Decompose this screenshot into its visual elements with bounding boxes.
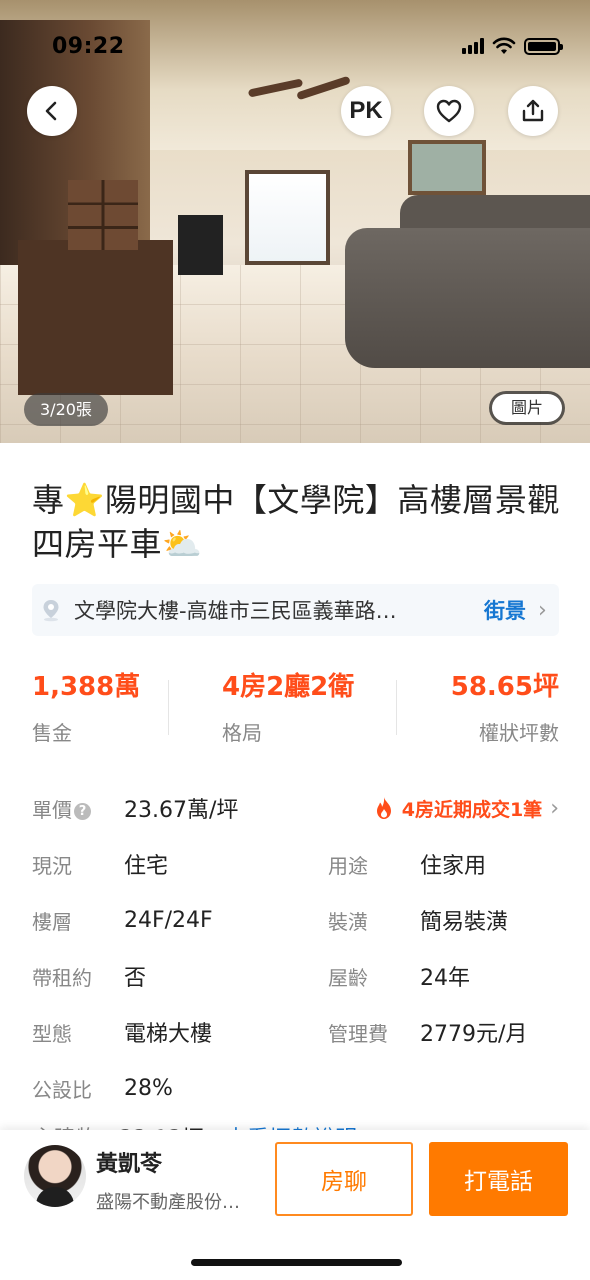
detail-value: 否	[124, 966, 147, 991]
battery-icon	[524, 37, 563, 55]
share-icon	[522, 99, 544, 122]
stat-divider	[396, 680, 397, 735]
detail-row: 現況 住宅 用途 住家用	[32, 836, 559, 892]
stat-divider	[168, 680, 169, 735]
agent-avatar[interactable]	[24, 1145, 86, 1207]
home-indicator	[191, 1259, 402, 1266]
photo-painting	[408, 140, 486, 195]
signal-icon	[462, 38, 484, 54]
photo-drawers	[68, 180, 138, 250]
stat-layout-label: 格局	[222, 721, 262, 745]
detail-label: 管理費	[328, 1021, 388, 1046]
detail-value: 簡易裝潢	[420, 910, 509, 935]
back-button[interactable]	[27, 86, 77, 136]
hero-photo[interactable]	[0, 0, 590, 443]
call-button[interactable]: 打電話	[429, 1142, 568, 1216]
street-view-link[interactable]: 街景	[484, 595, 526, 625]
status-icons	[462, 36, 563, 56]
detail-value: 住宅	[124, 854, 169, 879]
detail-value: 24年	[420, 966, 470, 991]
detail-label: 帶租約	[32, 965, 92, 990]
detail-row: 帶租約 否 屋齡 24年	[32, 948, 559, 1004]
detail-value: 電梯大樓	[124, 1022, 213, 1047]
wifi-icon	[492, 37, 516, 54]
address-text: 文學院大樓-高雄市三民區義華路…	[74, 599, 397, 623]
agent-company: 盛陽不動產股份…	[96, 1192, 240, 1213]
detail-label: 用途	[328, 853, 368, 878]
pk-compare-button[interactable]: PK	[341, 86, 391, 136]
unit-price-row: 單價? 23.67萬/坪 4房近期成交1筆 ›	[32, 780, 559, 836]
detail-label: 裝潢	[328, 909, 368, 934]
detail-value: 住家用	[420, 854, 487, 879]
photo-counter: 3/20張	[24, 393, 108, 426]
stat-price-label: 售金	[32, 721, 72, 745]
stat-area: 58.65坪 權狀坪數	[451, 666, 559, 746]
stat-area-value: 58.65坪	[450, 672, 559, 702]
heart-icon	[436, 99, 462, 123]
listing-title: 專⭐陽明國中【文學院】高樓層景觀四房平車⛅	[32, 481, 560, 563]
detail-label: 現況	[32, 853, 72, 878]
public-ratio-label: 公設比	[32, 1077, 92, 1102]
photo-tab-label: 圖片	[492, 394, 562, 422]
stat-layout: 4房2廳2衛 格局	[222, 666, 354, 746]
public-ratio-value: 28%	[124, 1075, 173, 1101]
favorite-button[interactable]	[424, 86, 474, 136]
unit-price-value: 23.67萬/坪	[124, 798, 239, 823]
photo-tv	[178, 215, 223, 275]
status-time: 09:22	[52, 34, 125, 59]
recent-deals-link[interactable]: 4房近期成交1筆 ›	[374, 795, 559, 822]
unit-price-label: 單價	[32, 797, 72, 822]
detail-value: 24F/24F	[124, 907, 213, 933]
detail-label: 屋齡	[328, 965, 368, 990]
chevron-left-icon	[45, 101, 57, 121]
address-bar[interactable]: 文學院大樓-高雄市三民區義華路… 街景 ›	[32, 584, 559, 636]
recent-deals-text: 4房近期成交1筆	[401, 798, 543, 821]
share-button[interactable]	[508, 86, 558, 136]
photo-cabinet	[18, 240, 173, 395]
detail-row: 型態 電梯大樓 管理費 2779元/月	[32, 1004, 559, 1060]
detail-row: 樓層 24F/24F 裝潢 簡易裝潢	[32, 892, 559, 948]
contact-bar: 黃凱苓 盛陽不動產股份… 房聊 打電話	[0, 1130, 590, 1280]
stat-area-label: 權狀坪數	[479, 721, 559, 745]
chevron-right-icon: ›	[538, 597, 547, 623]
stat-layout-value: 4房2廳2衛	[222, 672, 355, 702]
location-pin-icon	[38, 597, 64, 623]
help-icon[interactable]: ?	[74, 802, 91, 820]
photo-ceiling-fan	[247, 62, 351, 122]
detail-value: 2779元/月	[420, 1022, 528, 1047]
photo-window	[245, 170, 330, 265]
detail-label: 樓層	[32, 909, 72, 934]
fire-icon	[376, 797, 391, 819]
chevron-right-icon: ›	[550, 795, 559, 821]
unit-price-label-wrap: 單價?	[32, 794, 124, 823]
chat-button[interactable]: 房聊	[275, 1142, 413, 1216]
photo-tab[interactable]: 圖片	[489, 391, 565, 425]
key-stats: 1,388萬 售金 4房2廳2衛 格局 58.65坪 權狀坪數	[32, 666, 559, 756]
stat-price: 1,388萬 售金	[32, 666, 140, 746]
agent-name: 黃凱苓	[96, 1152, 163, 1177]
photo-sofa	[345, 228, 590, 368]
detail-label: 型態	[32, 1021, 72, 1046]
public-ratio-row: 公設比 28%	[32, 1060, 559, 1116]
stat-price-value: 1,388萬	[32, 672, 141, 702]
